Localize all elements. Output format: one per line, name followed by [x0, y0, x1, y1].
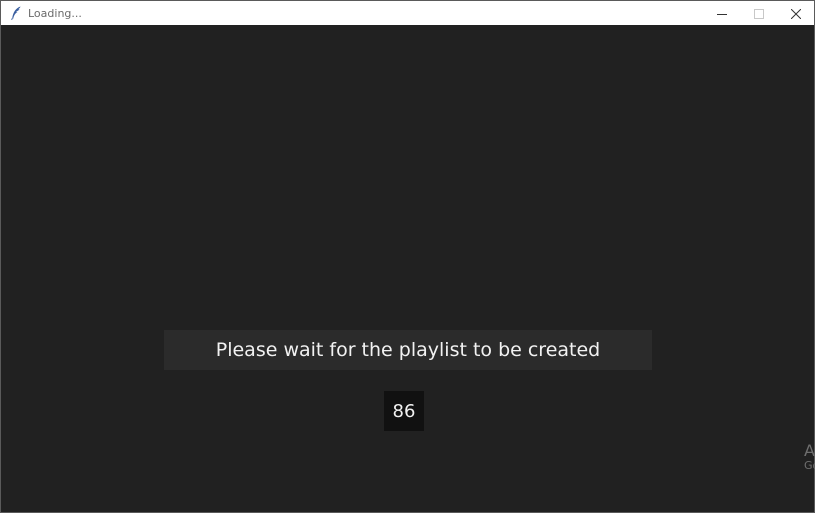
close-button[interactable] — [777, 1, 814, 25]
watermark-line-1: A — [804, 441, 815, 460]
minimize-button[interactable] — [703, 1, 740, 25]
status-message: Please wait for the playlist to be creat… — [164, 330, 652, 370]
window-title: Loading... — [28, 6, 82, 20]
feather-icon — [8, 5, 24, 21]
maximize-icon — [753, 4, 764, 23]
close-icon — [790, 4, 801, 23]
content-area: Please wait for the playlist to be creat… — [1, 25, 814, 512]
title-bar[interactable]: Loading... — [1, 1, 814, 25]
progress-counter: 86 — [384, 391, 424, 431]
minimize-icon — [716, 4, 727, 23]
window-controls — [703, 1, 814, 25]
maximize-button[interactable] — [740, 1, 777, 25]
activation-watermark: A Go — [804, 442, 815, 472]
app-window: Loading... Please wait for the playlist … — [0, 0, 815, 513]
watermark-line-2: Go — [804, 458, 815, 472]
